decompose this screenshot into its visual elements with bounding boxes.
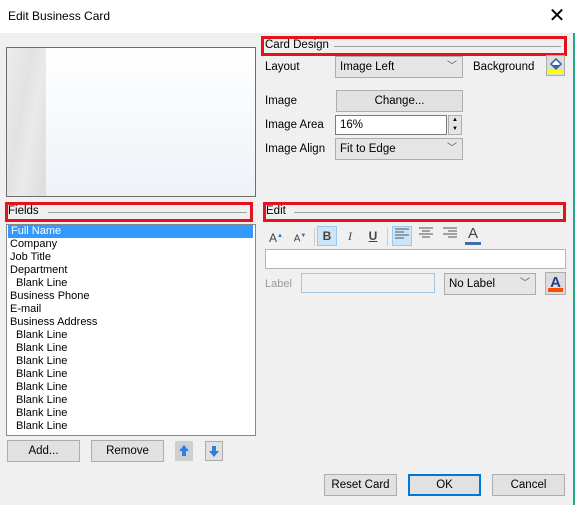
fields-list-item[interactable]: Blank Line: [7, 342, 255, 355]
fields-list-item[interactable]: E-mail: [7, 303, 255, 316]
fields-list-item[interactable]: Blank Line: [7, 277, 255, 290]
change-image-button[interactable]: Change...: [336, 90, 463, 112]
title-bar: Edit Business Card ✕: [0, 0, 575, 33]
cancel-button[interactable]: Cancel: [492, 474, 565, 496]
chevron-down-icon: ﹀: [447, 143, 457, 154]
move-down-button[interactable]: [205, 441, 223, 461]
fields-list-item[interactable]: Blank Line: [7, 355, 255, 368]
font-color-button[interactable]: A: [463, 224, 483, 245]
label-position-dropdown[interactable]: No Label ﹀: [444, 273, 536, 295]
image-area-spinner[interactable]: ▲ ▼: [448, 115, 462, 135]
image-align-dropdown[interactable]: Fit to Edge ﹀: [335, 138, 463, 160]
label-font-color-icon: A: [548, 274, 563, 292]
underline-button[interactable]: U: [363, 226, 383, 246]
chevron-down-icon: ﹀: [447, 61, 457, 72]
italic-button[interactable]: I: [340, 226, 360, 246]
move-up-button[interactable]: [175, 441, 193, 461]
layout-label: Layout: [265, 61, 300, 73]
fields-list-item[interactable]: Blank Line: [7, 407, 255, 420]
image-align-value: Fit to Edge: [340, 143, 396, 155]
arrow-up-icon: [179, 445, 189, 456]
fields-group: Fields: [5, 202, 253, 222]
card-design-heading: Card Design: [265, 39, 329, 51]
image-align-label: Image Align: [265, 143, 326, 155]
card-preview: [6, 47, 256, 197]
fields-list-item[interactable]: Job Title: [7, 251, 255, 264]
paint-bucket-icon: [548, 57, 563, 74]
reset-card-button[interactable]: Reset Card: [324, 474, 397, 496]
toolbar-separator: [387, 228, 388, 246]
align-right-button[interactable]: [440, 226, 460, 246]
image-area-input[interactable]: 16%: [335, 115, 447, 135]
fields-list-item[interactable]: Blank Line: [7, 420, 255, 433]
image-label: Image: [265, 95, 297, 107]
group-divider: [48, 212, 247, 213]
label-position-value: No Label: [449, 278, 496, 290]
edit-heading: Edit: [266, 205, 286, 217]
align-center-icon: [419, 227, 433, 238]
ok-button[interactable]: OK: [408, 474, 481, 496]
grow-font-button[interactable]: A▲: [266, 226, 286, 246]
arrow-down-icon: [209, 446, 219, 457]
shrink-font-button[interactable]: A▼: [290, 226, 310, 246]
background-color-button[interactable]: [546, 55, 565, 76]
background-label: Background: [473, 61, 535, 73]
toolbar-separator: [314, 228, 315, 246]
fields-list-item[interactable]: Business Phone: [7, 290, 255, 303]
align-left-icon: [395, 228, 409, 239]
spin-down-icon[interactable]: ▼: [449, 125, 461, 134]
layout-value: Image Left: [340, 61, 395, 73]
card-design-group: Card Design: [261, 36, 567, 56]
spin-up-icon[interactable]: ▲: [449, 116, 461, 125]
align-right-icon: [443, 227, 457, 238]
close-icon[interactable]: ✕: [546, 4, 568, 28]
group-divider: [334, 46, 561, 47]
chevron-down-icon: ﹀: [520, 278, 530, 289]
field-text-input[interactable]: [265, 249, 566, 269]
font-color-swatch: [465, 242, 481, 245]
fields-list-item[interactable]: Blank Line: [7, 394, 255, 407]
image-area-label: Image Area: [265, 119, 324, 131]
fields-list-item[interactable]: Department: [7, 264, 255, 277]
group-divider: [294, 212, 560, 213]
fields-list[interactable]: Full Name Company Job Title Department Blank…: [6, 224, 256, 436]
grow-font-icon: A: [269, 231, 278, 245]
fields-heading: Fields: [8, 205, 39, 217]
align-center-button[interactable]: [416, 226, 436, 246]
fields-list-item[interactable]: Blank Line: [7, 381, 255, 394]
fields-list-item[interactable]: Business Address: [7, 316, 255, 329]
label-caption: Label: [265, 278, 292, 290]
window-title: Edit Business Card: [8, 9, 111, 23]
layout-dropdown[interactable]: Image Left ﹀: [335, 56, 463, 78]
add-field-button[interactable]: Add...: [7, 440, 80, 462]
label-color-button[interactable]: A: [545, 272, 566, 295]
bold-button[interactable]: B: [317, 226, 337, 246]
align-left-button[interactable]: [392, 226, 412, 246]
fields-list-item[interactable]: Company: [7, 238, 255, 251]
font-color-icon: A: [467, 225, 478, 242]
card-preview-image: [7, 48, 46, 196]
remove-field-button[interactable]: Remove: [91, 440, 164, 462]
edit-group: Edit: [263, 202, 566, 222]
fields-list-item[interactable]: Blank Line: [7, 329, 255, 342]
fields-list-item[interactable]: Blank Line: [7, 368, 255, 381]
label-text-input[interactable]: [301, 273, 435, 293]
fields-list-item[interactable]: Full Name: [8, 225, 253, 238]
